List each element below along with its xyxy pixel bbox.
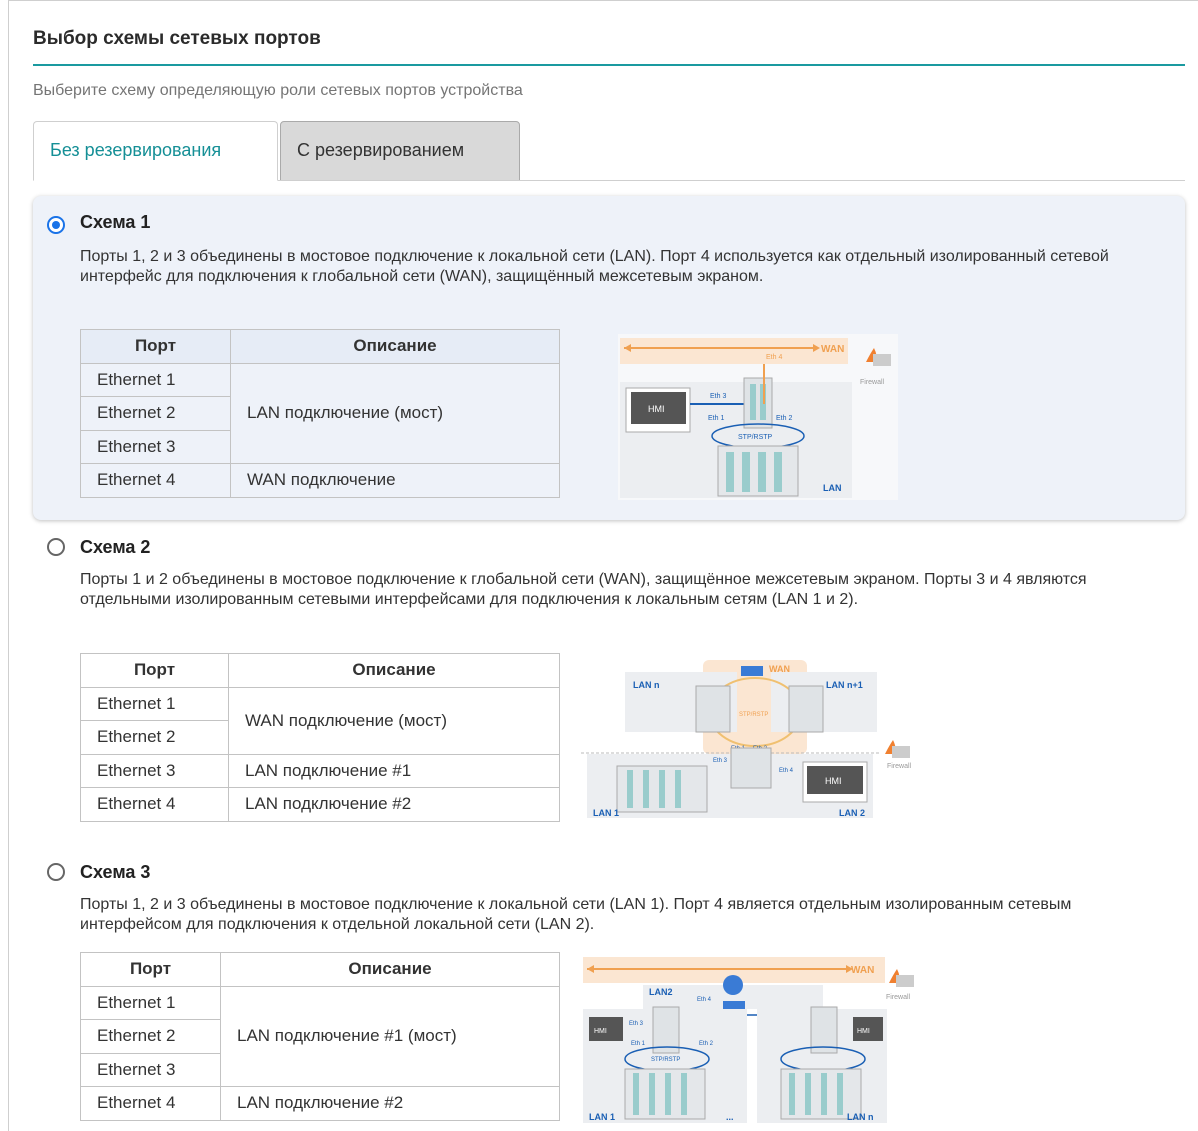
port-cell: Ethernet 4 (80, 463, 231, 498)
svg-text:STP/RSTP: STP/RSTP (739, 712, 768, 718)
scheme-2-radio[interactable] (47, 538, 65, 556)
scheme-2-option[interactable]: Схема 2 Порты 1 и 2 объединены в мостово… (33, 520, 1185, 830)
svg-text:STP/RSTP: STP/RSTP (651, 1057, 680, 1063)
svg-text:Eth 3: Eth 3 (713, 758, 728, 764)
scheme-1-option[interactable]: Схема 1 Порты 1, 2 и 3 объединены в мост… (33, 196, 1185, 520)
svg-text:HMI: HMI (594, 1028, 607, 1035)
description-cell: WAN подключение (230, 463, 560, 498)
scheme-2-name: Схема 2 (80, 537, 151, 557)
svg-text:LAN2: LAN2 (649, 987, 673, 997)
scheme-2-description: Порты 1 и 2 объединены в мостовое подклю… (80, 571, 1087, 608)
port-cell: Ethernet 2 (80, 396, 231, 431)
svg-text:WAN: WAN (821, 344, 844, 355)
svg-text:...: ... (726, 1112, 734, 1122)
port-header: Порт (80, 653, 229, 688)
scheme-3-radio[interactable] (47, 863, 65, 881)
description-cell: WAN подключение (мост) (228, 686, 560, 755)
scheme-3-option[interactable]: Схема 3 Порты 1, 2 и 3 объединены в мост… (33, 845, 1185, 1131)
svg-text:LAN n+1: LAN n+1 (826, 680, 863, 690)
port-cell: Ethernet 3 (80, 753, 229, 788)
port-cell: Ethernet 3 (80, 1052, 221, 1087)
scheme-2-port-table: Порт Описание Ethernet 1 WAN подключение… (80, 653, 560, 822)
port-cell: Ethernet 1 (80, 985, 221, 1020)
svg-text:Eth 4: Eth 4 (779, 768, 794, 774)
svg-text:Eth 4: Eth 4 (697, 997, 712, 1003)
svg-text:LAN n: LAN n (847, 1112, 874, 1122)
svg-text:HMI: HMI (857, 1028, 870, 1035)
description-header: Описание (230, 329, 560, 364)
svg-text:Eth 1: Eth 1 (708, 415, 724, 422)
port-cell: Ethernet 4 (80, 1086, 221, 1121)
svg-text:LAN: LAN (823, 483, 842, 493)
scheme-1-radio[interactable] (47, 216, 65, 234)
scheme-1-port-table: Порт Описание Ethernet 1 LAN подключение… (80, 329, 560, 498)
port-cell: Ethernet 4 (80, 787, 229, 822)
svg-text:Eth 3: Eth 3 (629, 1021, 644, 1027)
port-cell: Ethernet 3 (80, 429, 231, 464)
scheme-3-name: Схема 3 (80, 862, 151, 882)
description-cell: LAN подключение #1 (мост) (220, 985, 560, 1087)
description-cell: LAN подключение (мост) (230, 362, 560, 464)
port-cell: Ethernet 2 (80, 720, 229, 755)
svg-text:HMI: HMI (648, 404, 665, 414)
svg-text:LAN 2: LAN 2 (839, 808, 865, 818)
scheme-1-description: Порты 1, 2 и 3 объединены в мостовое под… (80, 248, 1109, 285)
scheme-2-diagram: LAN n LAN n+1 WAN STP/RSTP Eth 1 Eth 2 E… (581, 658, 926, 820)
page-subtitle: Выберите схему определяющую роли сетевых… (33, 82, 523, 99)
svg-text:Eth 2: Eth 2 (699, 1041, 714, 1047)
description-header: Описание (228, 653, 560, 688)
description-cell: LAN подключение #2 (220, 1086, 560, 1121)
description-cell: LAN подключение #1 (228, 753, 560, 788)
svg-text:WAN: WAN (769, 664, 790, 674)
scheme-3-diagram: WAN Firewall LAN2 Eth 4 HMI HMI Eth 3 Et… (581, 955, 926, 1125)
scheme-3-description: Порты 1, 2 и 3 объединены в мостовое под… (80, 896, 1072, 933)
scheme-1-diagram: WAN Eth 4 Firewall HMI Eth 3 Eth 1 Eth 2… (618, 334, 898, 500)
scheme-1-name: Схема 1 (80, 212, 151, 232)
svg-text:Eth 2: Eth 2 (776, 415, 792, 422)
description-cell: LAN подключение #2 (228, 787, 560, 822)
svg-text:Firewall: Firewall (886, 994, 911, 1001)
port-header: Порт (80, 952, 221, 987)
tab-no-redundancy[interactable]: Без резервирования (33, 121, 278, 181)
description-header: Описание (220, 952, 560, 987)
svg-text:Firewall: Firewall (887, 763, 912, 770)
svg-text:Firewall: Firewall (860, 379, 885, 386)
svg-text:STP/RSTP: STP/RSTP (738, 434, 773, 441)
svg-text:LAN 1: LAN 1 (593, 808, 619, 818)
tab-redundancy[interactable]: С резервированием (280, 121, 520, 181)
svg-text:WAN: WAN (851, 965, 874, 976)
port-header: Порт (80, 329, 231, 364)
svg-text:Eth 4: Eth 4 (766, 354, 782, 361)
svg-text:Eth 3: Eth 3 (710, 393, 726, 400)
port-cell: Ethernet 2 (80, 1019, 221, 1054)
port-cell: Ethernet 1 (80, 362, 231, 397)
svg-text:LAN 1: LAN 1 (589, 1112, 615, 1122)
svg-text:HMI: HMI (825, 776, 842, 786)
svg-text:LAN n: LAN n (633, 680, 660, 690)
title-divider (33, 64, 1185, 66)
svg-text:Eth 1: Eth 1 (631, 1041, 646, 1047)
scheme-3-port-table: Порт Описание Ethernet 1 LAN подключение… (80, 952, 560, 1121)
page-title: Выбор схемы сетевых портов (33, 28, 321, 49)
port-cell: Ethernet 1 (80, 686, 229, 721)
